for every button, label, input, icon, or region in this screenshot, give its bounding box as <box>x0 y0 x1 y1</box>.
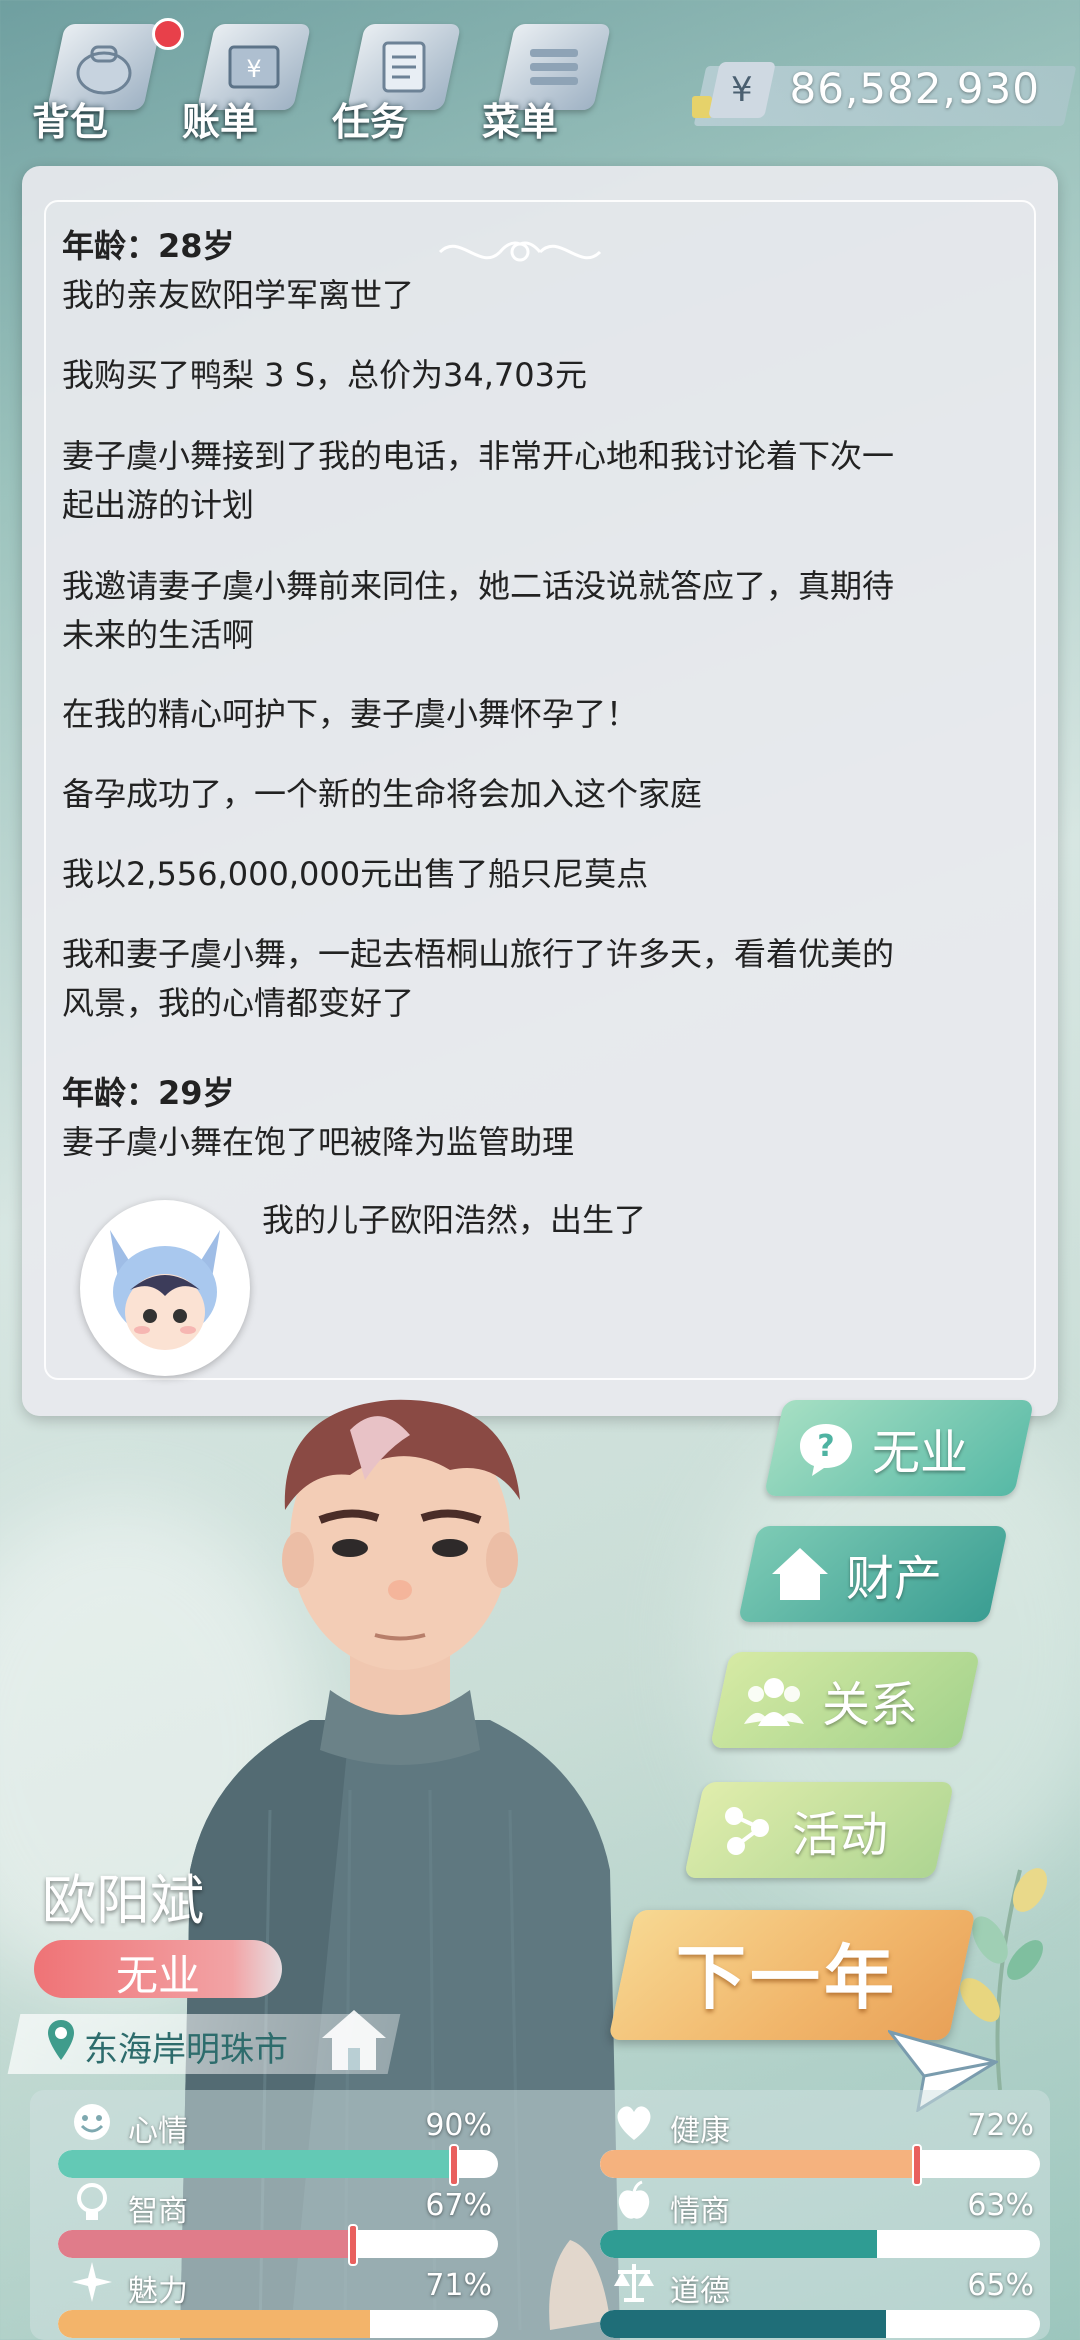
bag-label: 背包 <box>32 100 109 144</box>
stat-morality: 道德 65% <box>600 2260 1040 2340</box>
stat-value: 90% <box>425 2108 492 2143</box>
bag-button[interactable]: 背包 <box>26 10 184 150</box>
log-entry: 我的亲友欧阳学军离世了 <box>62 276 415 314</box>
heart-icon <box>617 2106 651 2140</box>
money-value: 86,582,930 <box>789 64 1040 113</box>
bulb-icon <box>77 2183 107 2220</box>
stat-mood: 心情 90% <box>58 2100 498 2186</box>
stat-iq: 智商 67% <box>58 2180 498 2266</box>
stat-label: 道德 <box>670 2274 730 2309</box>
log-entry: 备孕成功了，一个新的生命将会加入这个家庭 <box>62 775 703 813</box>
baby-avatar <box>80 1200 250 1376</box>
stat-health: 健康 72% <box>600 2100 1040 2186</box>
stat-label: 情商 <box>670 2194 730 2229</box>
task-label: 任务 <box>332 100 409 144</box>
top-bar: 背包 ¥ 账单 任务 菜单 ¥ 86,582,930 <box>0 0 1080 160</box>
location-pin-icon <box>48 2020 74 2060</box>
log-entry-with-avatar: 我的儿子欧阳浩然，出生了 <box>262 1201 647 1239</box>
task-button[interactable]: 任务 <box>326 10 466 150</box>
log-age-28: 年龄：28岁 <box>62 227 235 265</box>
molecule-icon <box>725 1807 769 1855</box>
stat-bar-fill <box>58 2150 454 2178</box>
stat-bar-track <box>600 2230 1040 2258</box>
question-icon: ? <box>800 1424 852 1476</box>
svg-text:¥: ¥ <box>246 55 261 83</box>
yen-icon: ¥ <box>708 62 776 118</box>
relations-button-label: 关系 <box>822 1677 919 1733</box>
stat-value: 72% <box>967 2108 1034 2143</box>
stat-bar-track <box>58 2150 498 2178</box>
menu-label: 菜单 <box>482 100 559 144</box>
activity-button-content: 活动 <box>716 1782 888 1878</box>
people-icon <box>744 1678 804 1726</box>
stat-value: 67% <box>425 2188 492 2223</box>
house-icon <box>772 1548 828 1600</box>
character-name: 欧阳斌 <box>42 1869 204 1932</box>
log-entry: 我以2,556,000,000元出售了船只尼莫点 <box>62 855 649 893</box>
log-entry: 我购买了鸭梨 3 S，总价为34,703元 <box>62 356 587 394</box>
job-badge-label: 无业 <box>115 1951 200 2000</box>
sparkle-icon <box>72 2262 112 2302</box>
log-entry: 在我的精心呵护下，妻子虞小舞怀孕了！ <box>62 695 639 733</box>
stat-bar-track <box>600 2150 1040 2178</box>
scale-icon <box>614 2264 654 2302</box>
log-entry: 风景，我的心情都变好了 <box>62 984 415 1022</box>
stat-value: 71% <box>425 2268 492 2303</box>
log-entry: 我邀请妻子虞小舞前来同住，她二话没说就答应了，真期待 <box>62 567 895 605</box>
stat-bar-track <box>58 2310 498 2338</box>
stat-eq: 情商 63% <box>600 2180 1040 2260</box>
stat-bar-track <box>58 2230 498 2258</box>
log-age-29: 年龄：29岁 <box>62 1074 235 1112</box>
stat-bar-track <box>600 2310 1040 2338</box>
assets-button-content: 财产 <box>770 1526 942 1622</box>
stat-bar-fill <box>600 2310 886 2338</box>
location-label: 东海岸明珠市 <box>84 2030 288 2070</box>
bill-label: 账单 <box>182 100 259 144</box>
assets-button-label: 财产 <box>846 1551 943 1607</box>
stat-label: 智商 <box>128 2194 188 2229</box>
job-button-label: 无业 <box>872 1425 969 1481</box>
stat-bar-fill <box>600 2150 917 2178</box>
stat-value: 65% <box>967 2268 1034 2303</box>
stat-label: 心情 <box>128 2114 188 2149</box>
menu-button[interactable]: 菜单 <box>476 10 616 150</box>
smile-icon <box>74 2104 110 2140</box>
bill-button[interactable]: ¥ 账单 <box>176 10 316 150</box>
job-button-content: ? 无业 <box>796 1400 968 1496</box>
home-icon[interactable] <box>318 2004 390 2076</box>
stat-charm: 魅力 71% <box>58 2260 498 2340</box>
log-entry: 妻子虞小舞在饱了吧被降为监管助理 <box>62 1123 575 1161</box>
activity-button-label: 活动 <box>792 1807 889 1863</box>
log-entry: 未来的生活啊 <box>62 616 255 654</box>
stat-bar-fill <box>600 2230 878 2258</box>
stat-label: 魅力 <box>128 2274 188 2309</box>
log-entry: 我和妻子虞小舞，一起去梧桐山旅行了许多天，看着优美的 <box>62 935 895 973</box>
log-entry: 妻子虞小舞接到了我的电话，非常开心地和我讨论着下次一 <box>62 437 895 475</box>
stat-value: 63% <box>967 2188 1034 2223</box>
log-entry: 起出游的计划 <box>62 486 255 524</box>
stat-bar-fill <box>58 2310 371 2338</box>
svg-text:?: ? <box>817 1429 834 1464</box>
next-year-label: 下一年 <box>676 1937 898 2019</box>
stat-bar-fill <box>58 2230 353 2258</box>
stat-label: 健康 <box>670 2114 730 2149</box>
apple-icon <box>618 2180 650 2219</box>
relations-button-content: 关系 <box>742 1652 918 1748</box>
